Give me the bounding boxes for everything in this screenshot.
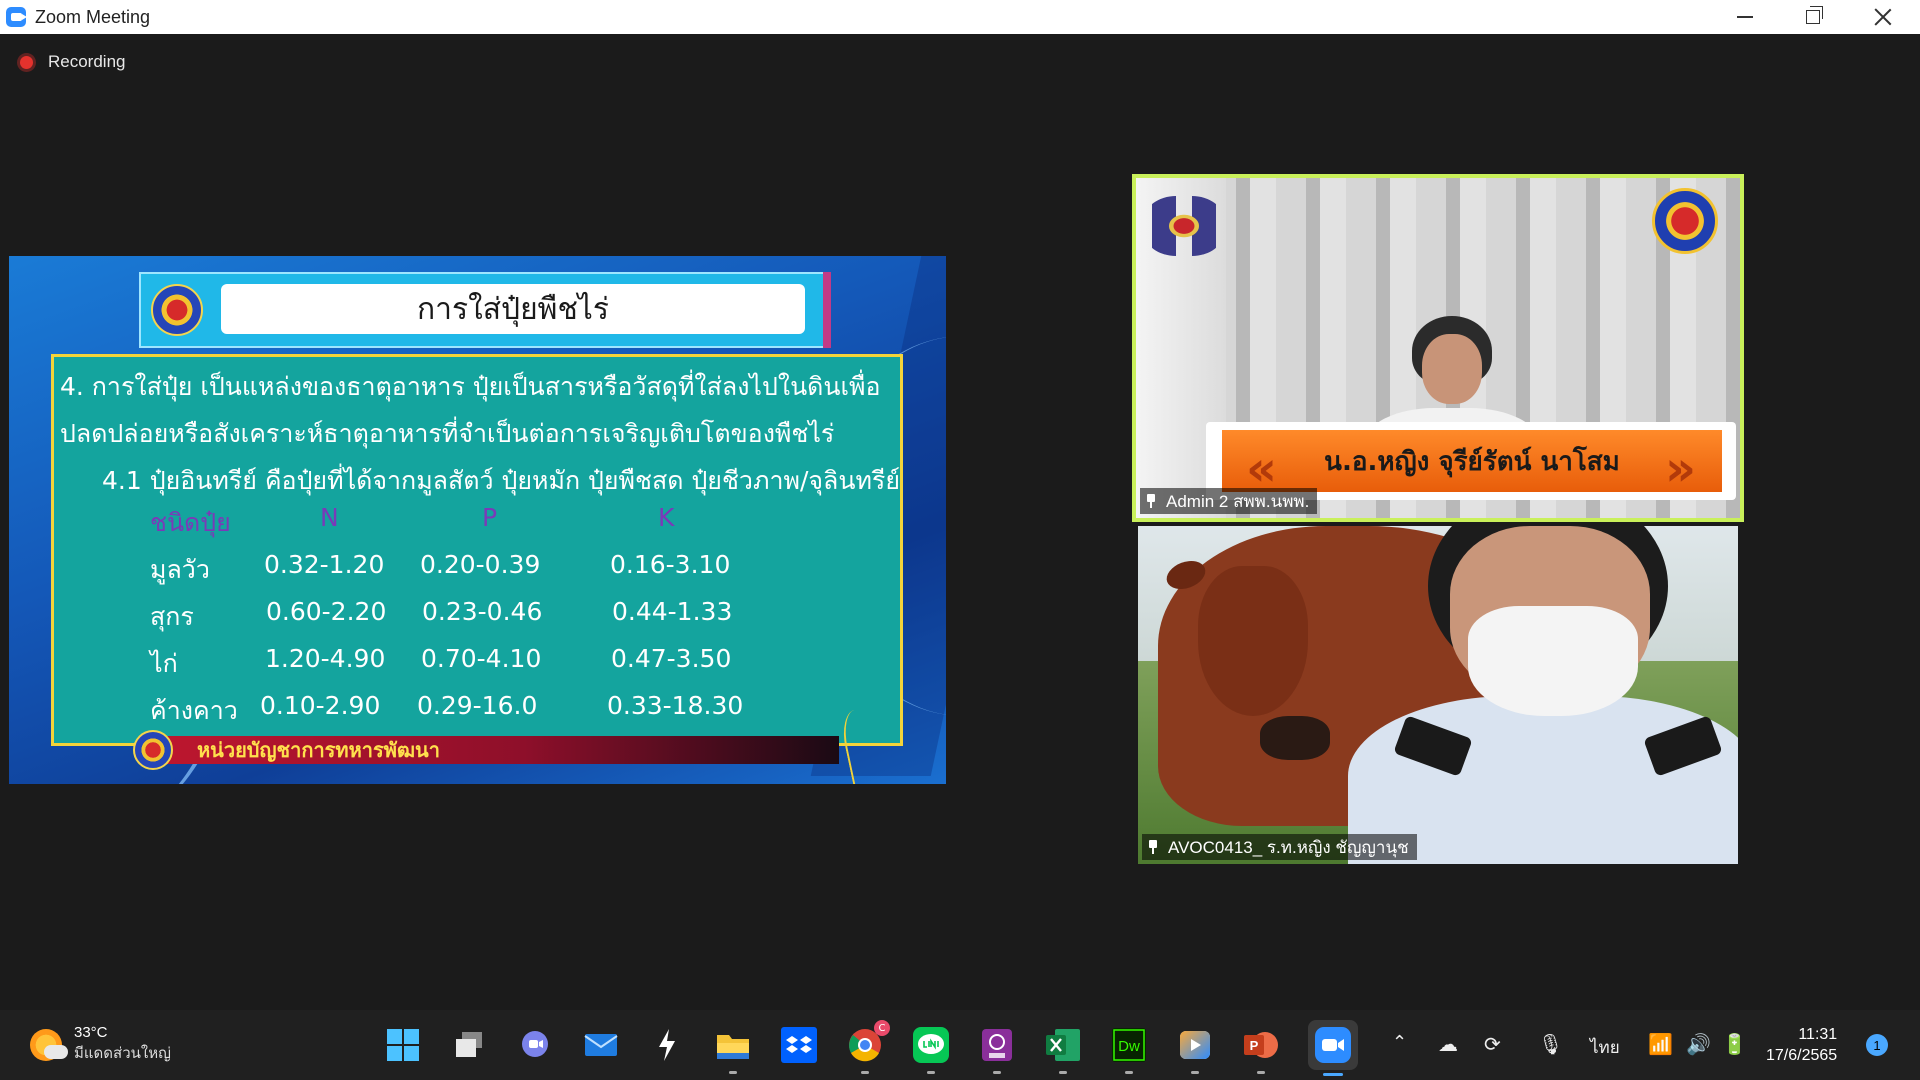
lightning-app-icon[interactable] bbox=[648, 1026, 686, 1064]
chevron-left-icon: « bbox=[1246, 441, 1278, 497]
media-player-icon[interactable] bbox=[1176, 1026, 1214, 1074]
weather-description: มีแดดส่วนใหญ่ bbox=[74, 1044, 171, 1062]
window-title: Zoom Meeting bbox=[35, 6, 151, 27]
table-cell: 0.29-16.0 bbox=[417, 691, 538, 720]
close-button[interactable] bbox=[1848, 0, 1918, 34]
table-cell: ไก่ bbox=[150, 649, 178, 678]
svg-text:P: P bbox=[1250, 1038, 1259, 1053]
air-force-emblem-icon bbox=[1144, 196, 1224, 256]
participant-name-tag: AVOC0413_ ร.ท.หญิง ชัญญานุช bbox=[1142, 834, 1417, 860]
weather-temperature: 33°C bbox=[74, 1024, 108, 1041]
participant-video bbox=[1348, 526, 1738, 864]
table-cell: 0.16-3.10 bbox=[610, 550, 731, 579]
volume-icon[interactable]: 🔊 bbox=[1686, 1032, 1711, 1056]
zoom-app-icon bbox=[6, 7, 27, 27]
svg-text:Dw: Dw bbox=[1118, 1038, 1140, 1055]
table-cell: 0.60-2.20 bbox=[266, 597, 387, 626]
table-cell: 0.47-3.50 bbox=[611, 644, 732, 673]
close-icon bbox=[1874, 8, 1892, 26]
zoom-taskbar-icon[interactable] bbox=[1308, 1020, 1358, 1076]
excel-icon[interactable] bbox=[1044, 1026, 1082, 1074]
pin-icon bbox=[1146, 494, 1156, 508]
chevron-right-icon: » bbox=[1664, 441, 1696, 497]
battery-icon[interactable]: 🔋 bbox=[1722, 1032, 1747, 1056]
wifi-icon[interactable]: 📶 bbox=[1648, 1032, 1673, 1056]
slide-paragraph: ปลดปล่อยหรือสังเคราะห์ธาตุอาหารที่จำเป็น… bbox=[60, 419, 835, 448]
minimize-icon bbox=[1737, 16, 1753, 18]
recording-indicator[interactable]: Recording bbox=[20, 52, 126, 72]
cloud-icon[interactable]: ☁ bbox=[1438, 1032, 1458, 1056]
dropbox-icon[interactable] bbox=[780, 1026, 818, 1064]
powerpoint-icon[interactable]: P bbox=[1242, 1026, 1280, 1074]
task-view-icon[interactable] bbox=[450, 1026, 488, 1064]
table-cell: 0.33-18.30 bbox=[607, 691, 744, 720]
table-cell: ค้างคาว bbox=[150, 696, 238, 725]
clock-date: 17/6/2565 bbox=[1766, 1047, 1838, 1064]
table-cell: 0.70-4.10 bbox=[421, 644, 542, 673]
table-cell: 0.10-2.90 bbox=[260, 691, 381, 720]
meeting-area: Recording การใส่ปุ๋ยพืชไร่ 4. การใส่ปุ๋ย… bbox=[0, 34, 1920, 1010]
table-cell: 0.32-1.20 bbox=[264, 550, 385, 579]
slide-paragraph: 4.1 ปุ๋ยอินทรีย์ คือปุ๋ยที่ได้จากมูลสัตว… bbox=[102, 466, 900, 495]
clock-time: 11:31 bbox=[1798, 1026, 1838, 1043]
recording-label: Recording bbox=[48, 52, 126, 71]
slide-footer: หน่วยบัญชาการทหารพัฒนา bbox=[133, 730, 839, 770]
minimize-button[interactable] bbox=[1710, 0, 1780, 34]
participant-video-tile[interactable]: « น.อ.หญิง จุรีย์รัตน์ นาโสม » Admin 2 ส… bbox=[1132, 174, 1744, 522]
sync-icon[interactable]: ⟳ bbox=[1484, 1032, 1501, 1056]
table-cell: 0.44-1.33 bbox=[612, 597, 733, 626]
table-header: P bbox=[482, 503, 498, 532]
weather-widget[interactable]: 33°C มีแดดส่วนใหญ่ bbox=[30, 1024, 171, 1065]
weather-sun-icon bbox=[30, 1028, 68, 1061]
table-cell: 0.23-0.46 bbox=[422, 597, 543, 626]
table-header: N bbox=[320, 503, 339, 532]
mail-icon[interactable] bbox=[582, 1026, 620, 1064]
slide-footer-text: หน่วยบัญชาการทหารพัฒนา bbox=[197, 738, 440, 762]
pin-icon bbox=[1148, 840, 1158, 854]
input-language[interactable]: ไทย bbox=[1590, 1034, 1620, 1061]
unit-emblem-icon bbox=[1652, 188, 1718, 254]
chevron-up-icon[interactable]: ⌃ bbox=[1392, 1032, 1407, 1053]
line-app-icon[interactable] bbox=[912, 1026, 950, 1074]
table-cell: มูลวัว bbox=[150, 555, 210, 584]
restore-icon bbox=[1806, 6, 1823, 24]
table-cell: สุกร bbox=[150, 602, 194, 631]
slide-paragraph: 4. การใส่ปุ๋ย เป็นแหล่งของธาตุอาหาร ปุ๋ย… bbox=[60, 372, 881, 401]
table-cell: 1.20-4.90 bbox=[265, 644, 386, 673]
slide-title-accent bbox=[823, 272, 831, 348]
chrome-profile-badge: C bbox=[874, 1020, 890, 1036]
participant-name-tag: Admin 2 สพพ.นพพ. bbox=[1140, 488, 1318, 514]
teams-chat-icon[interactable] bbox=[516, 1026, 554, 1064]
notification-badge[interactable]: 1 bbox=[1866, 1034, 1888, 1056]
file-explorer-icon[interactable] bbox=[714, 1026, 752, 1074]
slide-title-frame: การใส่ปุ๋ยพืชไร่ bbox=[139, 272, 831, 348]
speaker-banner-text: น.อ.หญิง จุรีย์รัตน์ นาโสม bbox=[1324, 446, 1620, 477]
table-header: K bbox=[658, 503, 675, 532]
participant-video bbox=[1364, 316, 1540, 498]
recording-dot-icon bbox=[20, 55, 33, 69]
pdf-app-icon[interactable] bbox=[978, 1026, 1016, 1074]
participant-name: AVOC0413_ ร.ท.หญิง ชัญญานุช bbox=[1168, 837, 1409, 857]
shared-screen-slide: การใส่ปุ๋ยพืชไร่ 4. การใส่ปุ๋ย เป็นแหล่ง… bbox=[9, 256, 946, 784]
unit-emblem-icon bbox=[151, 284, 203, 336]
chrome-icon[interactable]: C bbox=[846, 1020, 890, 1074]
system-clock[interactable]: 11:31 17/6/2565 bbox=[1766, 1024, 1837, 1066]
windows-start-icon[interactable] bbox=[384, 1026, 422, 1064]
slide-content: 4. การใส่ปุ๋ย เป็นแหล่งของธาตุอาหาร ปุ๋ย… bbox=[51, 354, 903, 746]
window-titlebar: Zoom Meeting bbox=[0, 0, 1920, 34]
dreamweaver-icon[interactable]: Dw bbox=[1110, 1026, 1148, 1074]
microphone-icon[interactable]: 🎙 bbox=[1538, 1032, 1563, 1056]
table-header: ชนิดปุ๋ย bbox=[150, 508, 231, 537]
unit-emblem-icon bbox=[133, 730, 173, 770]
participant-name: Admin 2 สพพ.นพพ. bbox=[1166, 491, 1310, 511]
table-cell: 0.20-0.39 bbox=[420, 550, 541, 579]
restore-button[interactable] bbox=[1778, 0, 1848, 34]
slide-title: การใส่ปุ๋ยพืชไร่ bbox=[221, 284, 805, 334]
participant-video-tile[interactable]: AVOC0413_ ร.ท.หญิง ชัญญานุช bbox=[1138, 526, 1738, 864]
windows-taskbar: 33°C มีแดดส่วนใหญ่ C Dw P ⌃ ☁ ⟳ 🎙 ไทย 📶 … bbox=[0, 1010, 1920, 1080]
